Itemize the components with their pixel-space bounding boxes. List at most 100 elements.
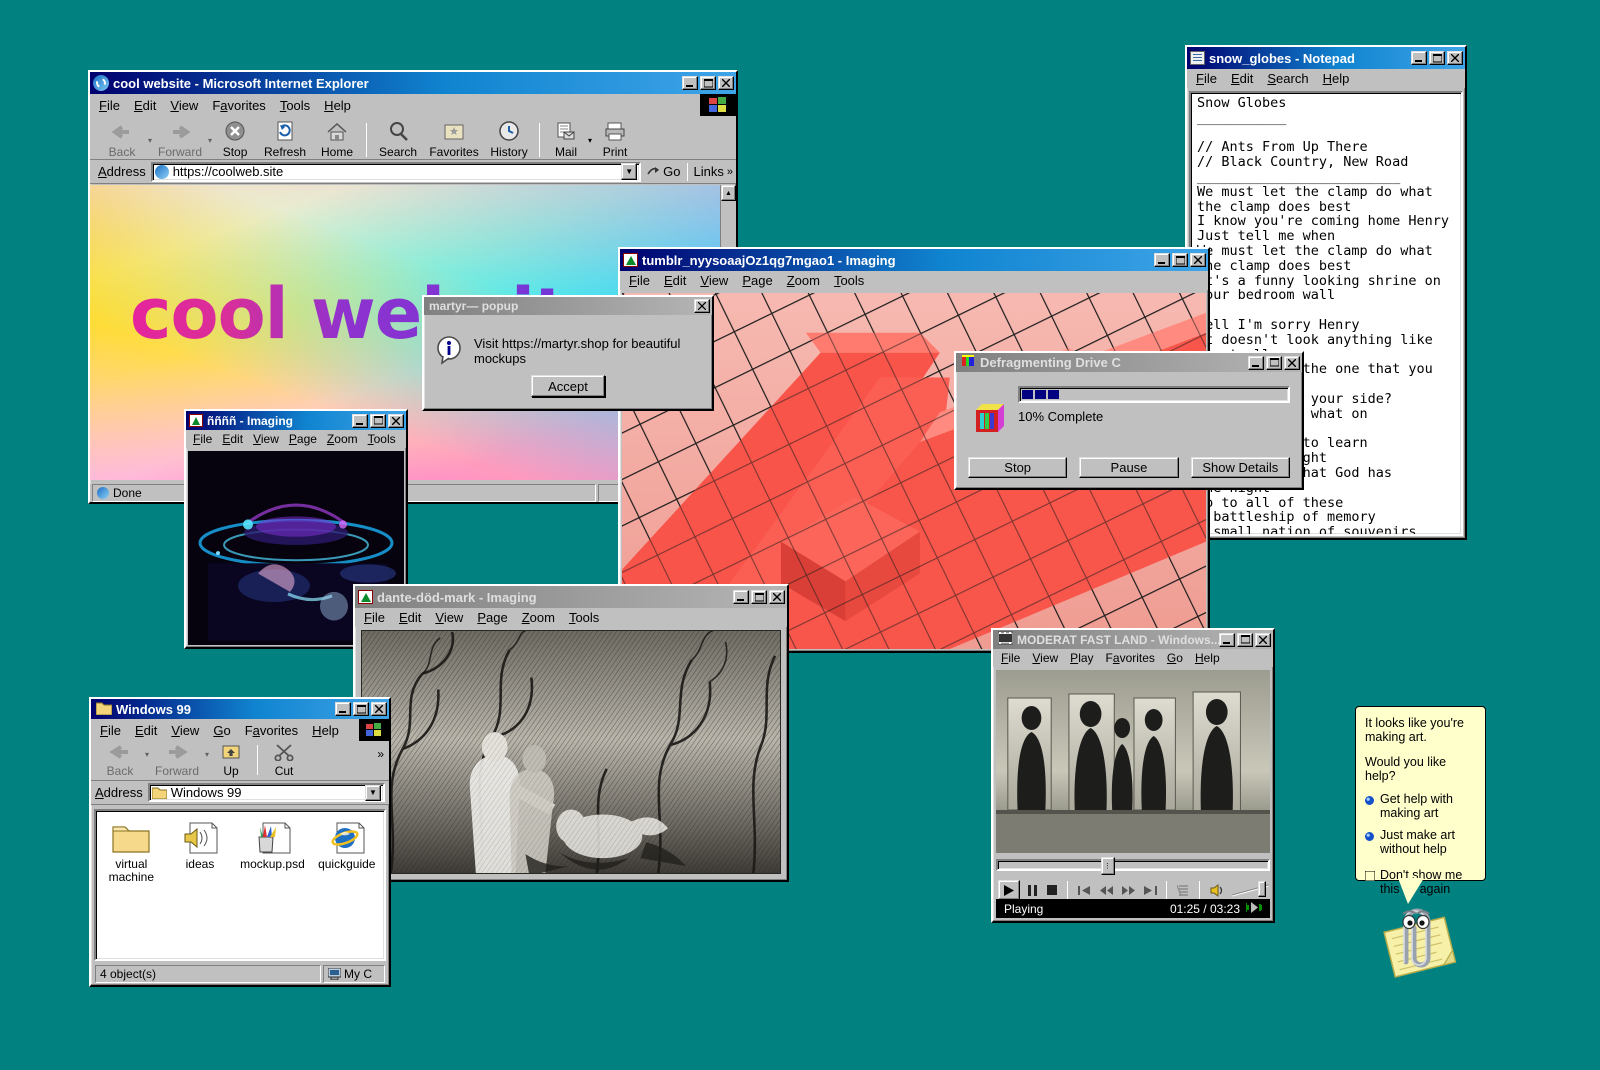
dante-menu-item[interactable]: Tools (562, 609, 606, 626)
mediaplayer-volume-thumb[interactable] (1258, 881, 1266, 897)
address-dropdown-button[interactable]: ▼ (621, 163, 637, 180)
ie-menu-item[interactable]: Edit (127, 97, 163, 114)
ie-minimize-button[interactable] (682, 76, 698, 90)
ie-favorites-button[interactable]: Favorites (425, 120, 483, 159)
mediaplayer-playlist-button[interactable] (1174, 885, 1192, 896)
clippy-option-1[interactable]: Get help with making art (1365, 792, 1476, 820)
explorer-minimize-button[interactable] (335, 702, 351, 716)
dante-imaging-window[interactable]: dante-död-mark - Imaging File Edit View … (353, 584, 789, 882)
explorer-address-bar[interactable]: Address Windows 99 ▼ (91, 781, 389, 805)
tumblr-menu-item[interactable]: Page (735, 272, 779, 289)
nnnn-menu-item[interactable]: File (188, 431, 217, 447)
tumblr-maximize-button[interactable] (1172, 253, 1188, 267)
mediaplayer-menu-bar[interactable]: File View Play Favorites Go Help (993, 649, 1273, 667)
ie-title-bar[interactable]: cool website - Microsoft Internet Explor… (90, 72, 736, 94)
ie-forward-button[interactable]: Forward (152, 122, 208, 159)
mediaplayer-next-track-button[interactable] (1141, 886, 1159, 895)
ie-menu-item[interactable]: File (92, 97, 127, 114)
explorer-menu-item[interactable]: Help (305, 722, 346, 739)
mediaplayer-close-button[interactable] (1255, 633, 1271, 647)
defrag-maximize-button[interactable] (1266, 356, 1282, 370)
notepad-menu-bar[interactable]: File Edit Search Help (1187, 69, 1465, 88)
mediaplayer-menu-item[interactable]: File (995, 650, 1026, 666)
file-item[interactable]: virtual machine (102, 821, 161, 884)
nnnn-menu-item[interactable]: Page (284, 431, 322, 447)
tumblr-menu-bar[interactable]: File Edit View Page Zoom Tools (620, 271, 1208, 290)
explorer-menu-bar[interactable]: File Edit View Go Favorites Help (91, 721, 359, 740)
dante-menu-item[interactable]: View (428, 609, 470, 626)
explorer-toolbar[interactable]: Back ▾ Forward ▾ Up Cut » (91, 741, 389, 781)
tumblr-menu-item[interactable]: File (622, 272, 657, 289)
ie-address-bar[interactable]: Address https://coolweb.site ▼ Go Links … (90, 160, 736, 184)
notepad-menu-item[interactable]: Help (1316, 70, 1357, 87)
mediaplayer-menu-item[interactable]: View (1026, 650, 1064, 666)
ie-menu-item[interactable]: Help (317, 97, 358, 114)
mediaplayer-title-bar[interactable]: MODERAT FAST LAND - Windows... (993, 630, 1273, 649)
media-player-window[interactable]: MODERAT FAST LAND - Windows... File View… (991, 628, 1275, 923)
explorer-cut-button[interactable]: Cut (262, 743, 306, 778)
tumblr-title-bar[interactable]: tumblr_nyysoaajOz1qg7mgao1 - Imaging (620, 249, 1208, 271)
explorer-menu-item[interactable]: Go (206, 722, 237, 739)
paperclip-assistant[interactable] (1372, 900, 1468, 980)
tumblr-menu-item[interactable]: View (693, 272, 735, 289)
martyr-popup-dialog[interactable]: martyr— popup Visit https://martyr.shop … (422, 295, 714, 411)
dante-menu-bar[interactable]: File Edit View Page Zoom Tools (355, 608, 787, 627)
notepad-close-button[interactable] (1447, 51, 1463, 65)
explorer-back-button[interactable]: Back (95, 743, 145, 778)
clippy-option-label[interactable]: Just make art without help (1380, 828, 1476, 856)
ie-toolbar[interactable]: Back ▾ Forward ▾ Stop Refresh Home (90, 116, 736, 160)
ie-back-button[interactable]: Back (96, 122, 148, 159)
nnnn-title-bar[interactable]: ññññ - Imaging (186, 411, 406, 430)
notepad-menu-item[interactable]: Search (1260, 70, 1315, 87)
mediaplayer-menu-item[interactable]: Favorites (1100, 650, 1161, 666)
file-item[interactable]: quickguide (316, 821, 378, 884)
notepad-title-bar[interactable]: snow_globes - Notepad (1187, 47, 1465, 69)
file-item[interactable]: mockup.psd (239, 821, 305, 884)
mediaplayer-menu-item[interactable]: Go (1161, 650, 1189, 666)
mediaplayer-fast-forward-button[interactable] (1119, 886, 1137, 895)
ie-go-button[interactable]: Go (641, 164, 686, 179)
mediaplayer-minimize-button[interactable] (1219, 633, 1235, 647)
ie-home-button[interactable]: Home (312, 120, 362, 159)
defrag-pause-button[interactable]: Pause (1079, 457, 1178, 478)
notepad-minimize-button[interactable] (1411, 51, 1427, 65)
links-chevron-icon[interactable]: » (727, 166, 733, 178)
ie-menu-item[interactable]: Favorites (205, 97, 272, 114)
ie-stop-button[interactable]: Stop (212, 120, 258, 159)
mediaplayer-volume-slider[interactable] (1231, 881, 1270, 899)
defrag-stop-button[interactable]: Stop (968, 457, 1067, 478)
explorer-close-button[interactable] (371, 702, 387, 716)
defrag-show-details-button[interactable]: Show Details (1191, 457, 1290, 478)
mediaplayer-seek-track[interactable]: ⋮ (996, 859, 1270, 871)
checkbox-icon[interactable] (1365, 870, 1375, 896)
mediaplayer-seek-thumb[interactable]: ⋮ (1101, 857, 1115, 875)
forward-dropdown-arrow-icon[interactable]: ▾ (208, 136, 212, 145)
popup-title-bar[interactable]: martyr— popup (424, 297, 712, 315)
explorer-title-bar[interactable]: Windows 99 (91, 699, 389, 719)
dante-menu-item[interactable]: Zoom (515, 609, 562, 626)
clippy-assistant-balloon[interactable]: It looks like you're making art. Would y… (1355, 706, 1486, 881)
nnnn-minimize-button[interactable] (352, 414, 368, 428)
dante-minimize-button[interactable] (733, 590, 749, 604)
defrag-title-bar[interactable]: Defragmenting Drive C (956, 353, 1302, 372)
clippy-option-2[interactable]: Just make art without help (1365, 828, 1476, 856)
popup-close-button[interactable] (694, 299, 710, 313)
explorer-menu-item[interactable]: File (93, 722, 128, 739)
nnnn-maximize-button[interactable] (370, 414, 386, 428)
dante-title-bar[interactable]: dante-död-mark - Imaging (355, 586, 787, 608)
nnnn-close-button[interactable] (388, 414, 404, 428)
clippy-checkbox-label[interactable]: Don't show me this tip again (1380, 868, 1476, 896)
file-item[interactable]: ideas (171, 821, 230, 884)
mediaplayer-seek-row[interactable]: ⋮ (996, 856, 1270, 874)
explorer-menu-item[interactable]: Edit (128, 722, 164, 739)
dante-close-button[interactable] (769, 590, 785, 604)
dante-menu-item[interactable]: Edit (392, 609, 428, 626)
ie-maximize-button[interactable] (700, 76, 716, 90)
mediaplayer-play-button[interactable] (998, 880, 1020, 900)
ie-mail-button[interactable]: Mail (544, 120, 588, 159)
address-input[interactable]: https://coolweb.site (173, 164, 621, 179)
defrag-window[interactable]: Defragmenting Drive C (954, 351, 1304, 490)
dante-menu-item[interactable]: File (357, 609, 392, 626)
nnnn-menu-item[interactable]: Edit (217, 431, 248, 447)
mediaplayer-prev-track-button[interactable] (1075, 886, 1093, 895)
